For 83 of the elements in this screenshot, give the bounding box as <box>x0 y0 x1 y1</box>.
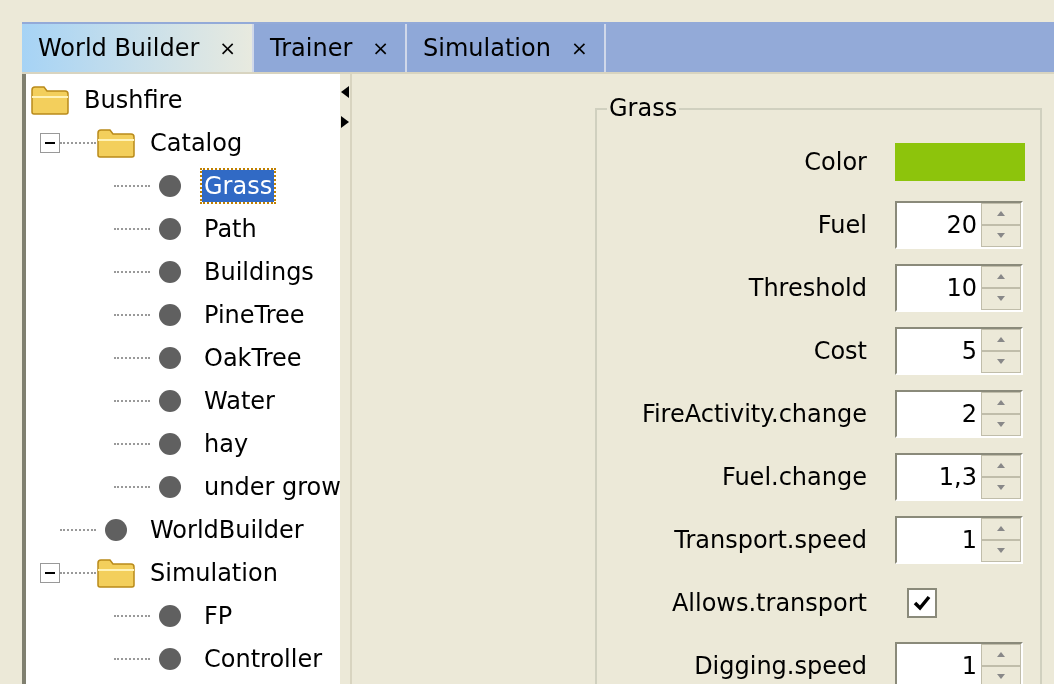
tab[interactable]: World Builder × <box>22 24 255 72</box>
number-spinner[interactable]: 20 <box>895 200 1023 249</box>
increment-button[interactable] <box>981 454 1021 477</box>
down-arrow-icon <box>997 422 1005 427</box>
increment-button[interactable] <box>981 643 1021 666</box>
field-label: Allows.transport <box>670 588 867 617</box>
field-label: FireActivity.change <box>640 399 867 428</box>
close-tab-button[interactable]: × <box>219 33 237 63</box>
down-arrow-icon <box>997 296 1005 301</box>
tree-item[interactable]: Path <box>202 212 259 245</box>
decrement-button[interactable] <box>981 413 1021 436</box>
tree-item[interactable]: Simulation <box>148 556 280 589</box>
up-arrow-icon <box>997 463 1005 468</box>
down-arrow-icon <box>997 548 1005 553</box>
field-label: Cost <box>812 336 867 365</box>
number-spinner[interactable]: 5 <box>895 326 1023 375</box>
checkbox[interactable] <box>907 587 937 618</box>
tab-label: Trainer <box>270 33 353 64</box>
tree-item[interactable]: PineTree <box>202 298 307 331</box>
tree-item[interactable]: Catalog <box>148 126 245 159</box>
field-label: Fuel.change <box>720 462 867 491</box>
field-label: Fuel <box>816 210 867 239</box>
tree-item[interactable]: hay <box>202 427 251 460</box>
increment-button[interactable] <box>981 202 1021 225</box>
left-arrow-icon[interactable] <box>341 86 349 98</box>
tab[interactable]: Simulation × <box>407 24 606 72</box>
spinner-value: 1 <box>960 524 978 556</box>
tree-item[interactable]: OakTree <box>202 341 304 374</box>
up-arrow-icon <box>997 337 1005 342</box>
collapse-toggle-icon[interactable] <box>40 132 60 153</box>
spinner-value: 20 <box>945 209 978 241</box>
close-tab-button[interactable]: × <box>372 33 390 63</box>
number-spinner[interactable]: 1,3 <box>895 452 1023 501</box>
up-arrow-icon <box>997 400 1005 405</box>
down-arrow-icon <box>997 485 1005 490</box>
up-arrow-icon <box>997 211 1005 216</box>
spinner-value: 2 <box>960 398 978 430</box>
number-spinner[interactable]: 1 <box>895 641 1023 684</box>
number-spinner[interactable]: 2 <box>895 389 1023 438</box>
spinner-value: 1 <box>960 650 978 682</box>
collapse-toggle-icon[interactable] <box>40 562 60 583</box>
number-spinner[interactable]: 1 <box>895 515 1023 564</box>
tree-item[interactable]: Buildings <box>202 255 316 288</box>
up-arrow-icon <box>997 274 1005 279</box>
decrement-button[interactable] <box>981 287 1021 310</box>
spinner-value: 5 <box>960 335 978 367</box>
checkmark-icon <box>913 594 931 611</box>
tab[interactable]: Trainer × <box>254 24 408 72</box>
close-tab-button[interactable]: × <box>570 33 588 63</box>
tree-item[interactable]: Water <box>202 384 277 417</box>
number-spinner[interactable]: 10 <box>895 263 1023 312</box>
spinner-value: 1,3 <box>937 461 978 493</box>
field-label: Transport.speed <box>673 525 867 554</box>
tree-item[interactable]: Grass <box>202 169 275 202</box>
down-arrow-icon <box>997 233 1005 238</box>
tree-item[interactable]: Controller <box>202 642 325 675</box>
tree-item[interactable]: FP <box>202 599 235 632</box>
color-swatch[interactable] <box>895 142 1025 181</box>
spinner-value: 10 <box>945 272 978 304</box>
field-label: Threshold <box>747 273 867 302</box>
tab-label: Simulation <box>423 33 551 64</box>
tree-item[interactable]: WorldBuilder <box>148 513 306 546</box>
decrement-button[interactable] <box>981 224 1021 247</box>
increment-button[interactable] <box>981 328 1021 351</box>
folder-icon <box>96 556 136 589</box>
field-label: Digging.speed <box>693 651 867 680</box>
down-arrow-icon <box>997 359 1005 364</box>
up-arrow-icon <box>997 652 1005 657</box>
increment-button[interactable] <box>981 517 1021 540</box>
down-arrow-icon <box>997 674 1005 679</box>
tree-item[interactable]: under grow <box>202 470 340 503</box>
up-arrow-icon <box>997 526 1005 531</box>
increment-button[interactable] <box>981 391 1021 414</box>
folder-icon <box>96 126 136 159</box>
decrement-button[interactable] <box>981 476 1021 499</box>
decrement-button[interactable] <box>981 539 1021 562</box>
decrement-button[interactable] <box>981 350 1021 373</box>
tree-item[interactable]: Bushfire <box>82 83 185 116</box>
tab-label: World Builder <box>38 33 200 64</box>
folder-icon <box>30 83 70 116</box>
right-arrow-icon[interactable] <box>341 116 349 128</box>
field-label: Color <box>803 147 867 176</box>
increment-button[interactable] <box>981 265 1021 288</box>
